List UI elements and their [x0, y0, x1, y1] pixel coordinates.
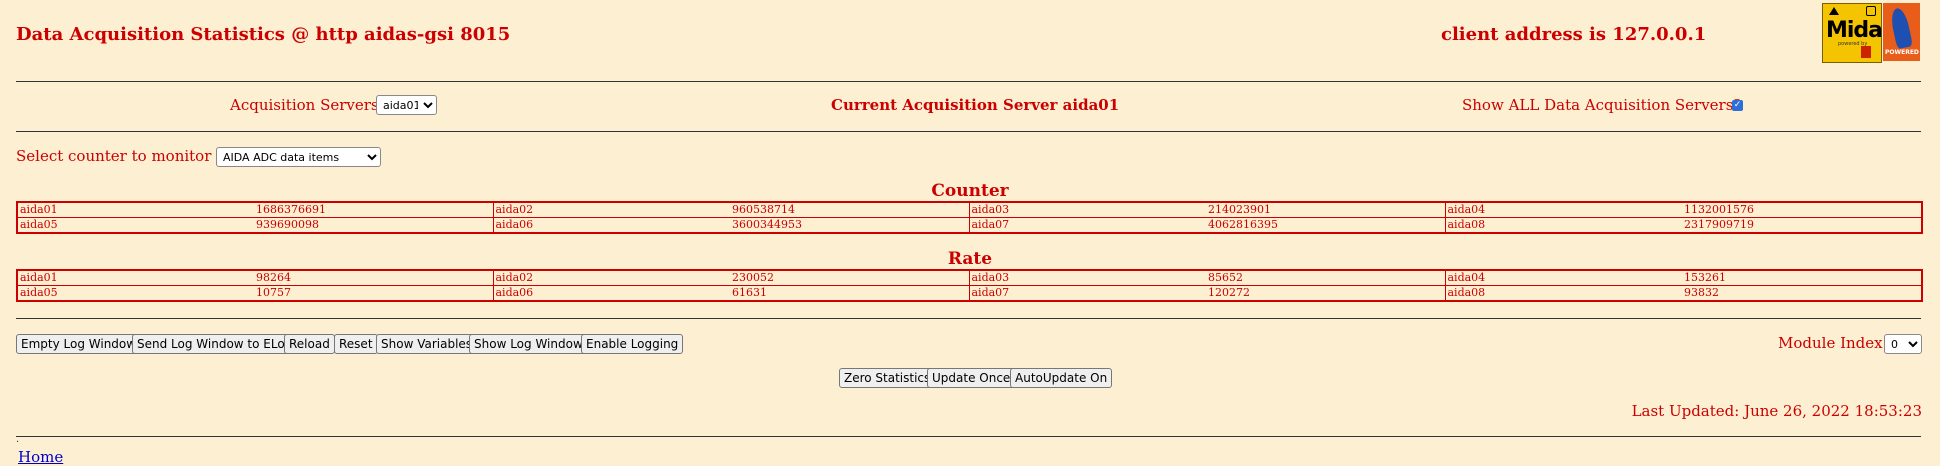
table-row: aida05 10757 aida06 61631 aida07 120272 …: [16, 285, 1923, 302]
divider: [16, 318, 1921, 319]
rate-title: Rate: [947, 249, 993, 269]
show-log-window-button[interactable]: Show Log Window: [469, 334, 588, 354]
client-address: client address is 127.0.0.1: [1441, 24, 1707, 45]
reload-button[interactable]: Reload: [284, 334, 335, 354]
counter-value: 214023901: [1206, 201, 1446, 218]
show-all-servers-checkbox[interactable]: ✓: [1732, 100, 1743, 111]
last-updated: Last Updated: June 26, 2022 18:53:23: [1631, 402, 1922, 420]
send-log-elog-button[interactable]: Send Log Window to ELog: [132, 334, 298, 354]
divider: [16, 436, 1921, 437]
rate-name: aida04: [1444, 269, 1682, 286]
show-variables-button[interactable]: Show Variables: [376, 334, 478, 354]
counter-value: 939690098: [254, 217, 494, 234]
rate-name: aida05: [16, 285, 254, 302]
counter-name: aida06: [492, 217, 730, 234]
reset-button[interactable]: Reset: [334, 334, 378, 354]
feather-icon: [1889, 6, 1913, 50]
counter-value: 1686376691: [254, 201, 494, 218]
counter-table: aida01 1686376691 aida02 960538714 aida0…: [16, 201, 1923, 234]
table-row: aida01 1686376691 aida02 960538714 aida0…: [16, 201, 1923, 218]
book-icon: [1861, 46, 1871, 58]
log-button-row: Empty Log Window Send Log Window to ELog…: [0, 334, 1940, 356]
module-index-select[interactable]: 0: [1884, 334, 1922, 354]
triangle-icon: [1829, 7, 1839, 15]
rate-name: aida06: [492, 285, 730, 302]
counter-name: aida05: [16, 217, 254, 234]
rate-name: aida01: [16, 269, 254, 286]
counter-value: 4062816395: [1206, 217, 1446, 234]
rate-value: 10757: [254, 285, 494, 302]
rate-value: 153261: [1682, 269, 1923, 286]
acquisition-server-select[interactable]: aida01: [376, 95, 437, 115]
rate-value: 230052: [730, 269, 970, 286]
counter-name: aida07: [968, 217, 1206, 234]
rate-name: aida02: [492, 269, 730, 286]
rate-name: aida03: [968, 269, 1206, 286]
counter-value: 3600344953: [730, 217, 970, 234]
divider: [16, 131, 1921, 132]
empty-log-button[interactable]: Empty Log Window: [16, 334, 142, 354]
counter-value: 2317909719: [1682, 217, 1923, 234]
midas-logo: Midas powered by: [1822, 3, 1895, 63]
rate-table: aida01 98264 aida02 230052 aida03 85652 …: [16, 269, 1923, 302]
tcl-logo-text: POWERED: [1885, 49, 1919, 56]
counter-name: aida04: [1444, 201, 1682, 218]
update-once-button[interactable]: Update Once: [927, 368, 1016, 388]
emblem-icon: [1866, 6, 1876, 16]
rate-value: 93832: [1682, 285, 1923, 302]
zero-statistics-button[interactable]: Zero Statistics: [839, 368, 936, 388]
update-button-row: Zero Statistics Update Once AutoUpdate O…: [0, 368, 1940, 390]
tcl-logo: POWERED: [1883, 3, 1920, 61]
enable-logging-button[interactable]: Enable Logging: [581, 334, 684, 354]
rate-value: 120272: [1206, 285, 1446, 302]
module-index-label: Module Index: [1778, 334, 1883, 352]
counter-value: 960538714: [730, 201, 970, 218]
table-row: aida01 98264 aida02 230052 aida03 85652 …: [16, 269, 1923, 286]
rate-value: 98264: [254, 269, 494, 286]
home-link[interactable]: Home: [18, 448, 63, 466]
counter-name: aida02: [492, 201, 730, 218]
counter-value: 1132001576: [1682, 201, 1923, 218]
counter-name: aida01: [16, 201, 254, 218]
counter-name: aida03: [968, 201, 1206, 218]
divider: [16, 81, 1921, 82]
show-all-servers-label: Show ALL Data Acquisition Servers?: [1462, 96, 1742, 114]
page-title: Data Acquisition Statistics @ http aidas…: [16, 24, 511, 45]
acquisition-servers-label: Acquisition Servers: [230, 96, 379, 114]
counter-select[interactable]: AIDA ADC data items: [216, 147, 381, 167]
footer-dot: .: [16, 434, 20, 445]
rate-value: 85652: [1206, 269, 1446, 286]
counter-name: aida08: [1444, 217, 1682, 234]
current-server-label: Current Acquisition Server aida01: [831, 96, 1120, 114]
autoupdate-button[interactable]: AutoUpdate On: [1010, 368, 1113, 388]
table-row: aida05 939690098 aida06 3600344953 aida0…: [16, 217, 1923, 234]
counter-title: Counter: [931, 181, 1009, 201]
rate-value: 61631: [730, 285, 970, 302]
select-counter-label: Select counter to monitor: [16, 147, 212, 165]
rate-name: aida08: [1444, 285, 1682, 302]
rate-name: aida07: [968, 285, 1206, 302]
